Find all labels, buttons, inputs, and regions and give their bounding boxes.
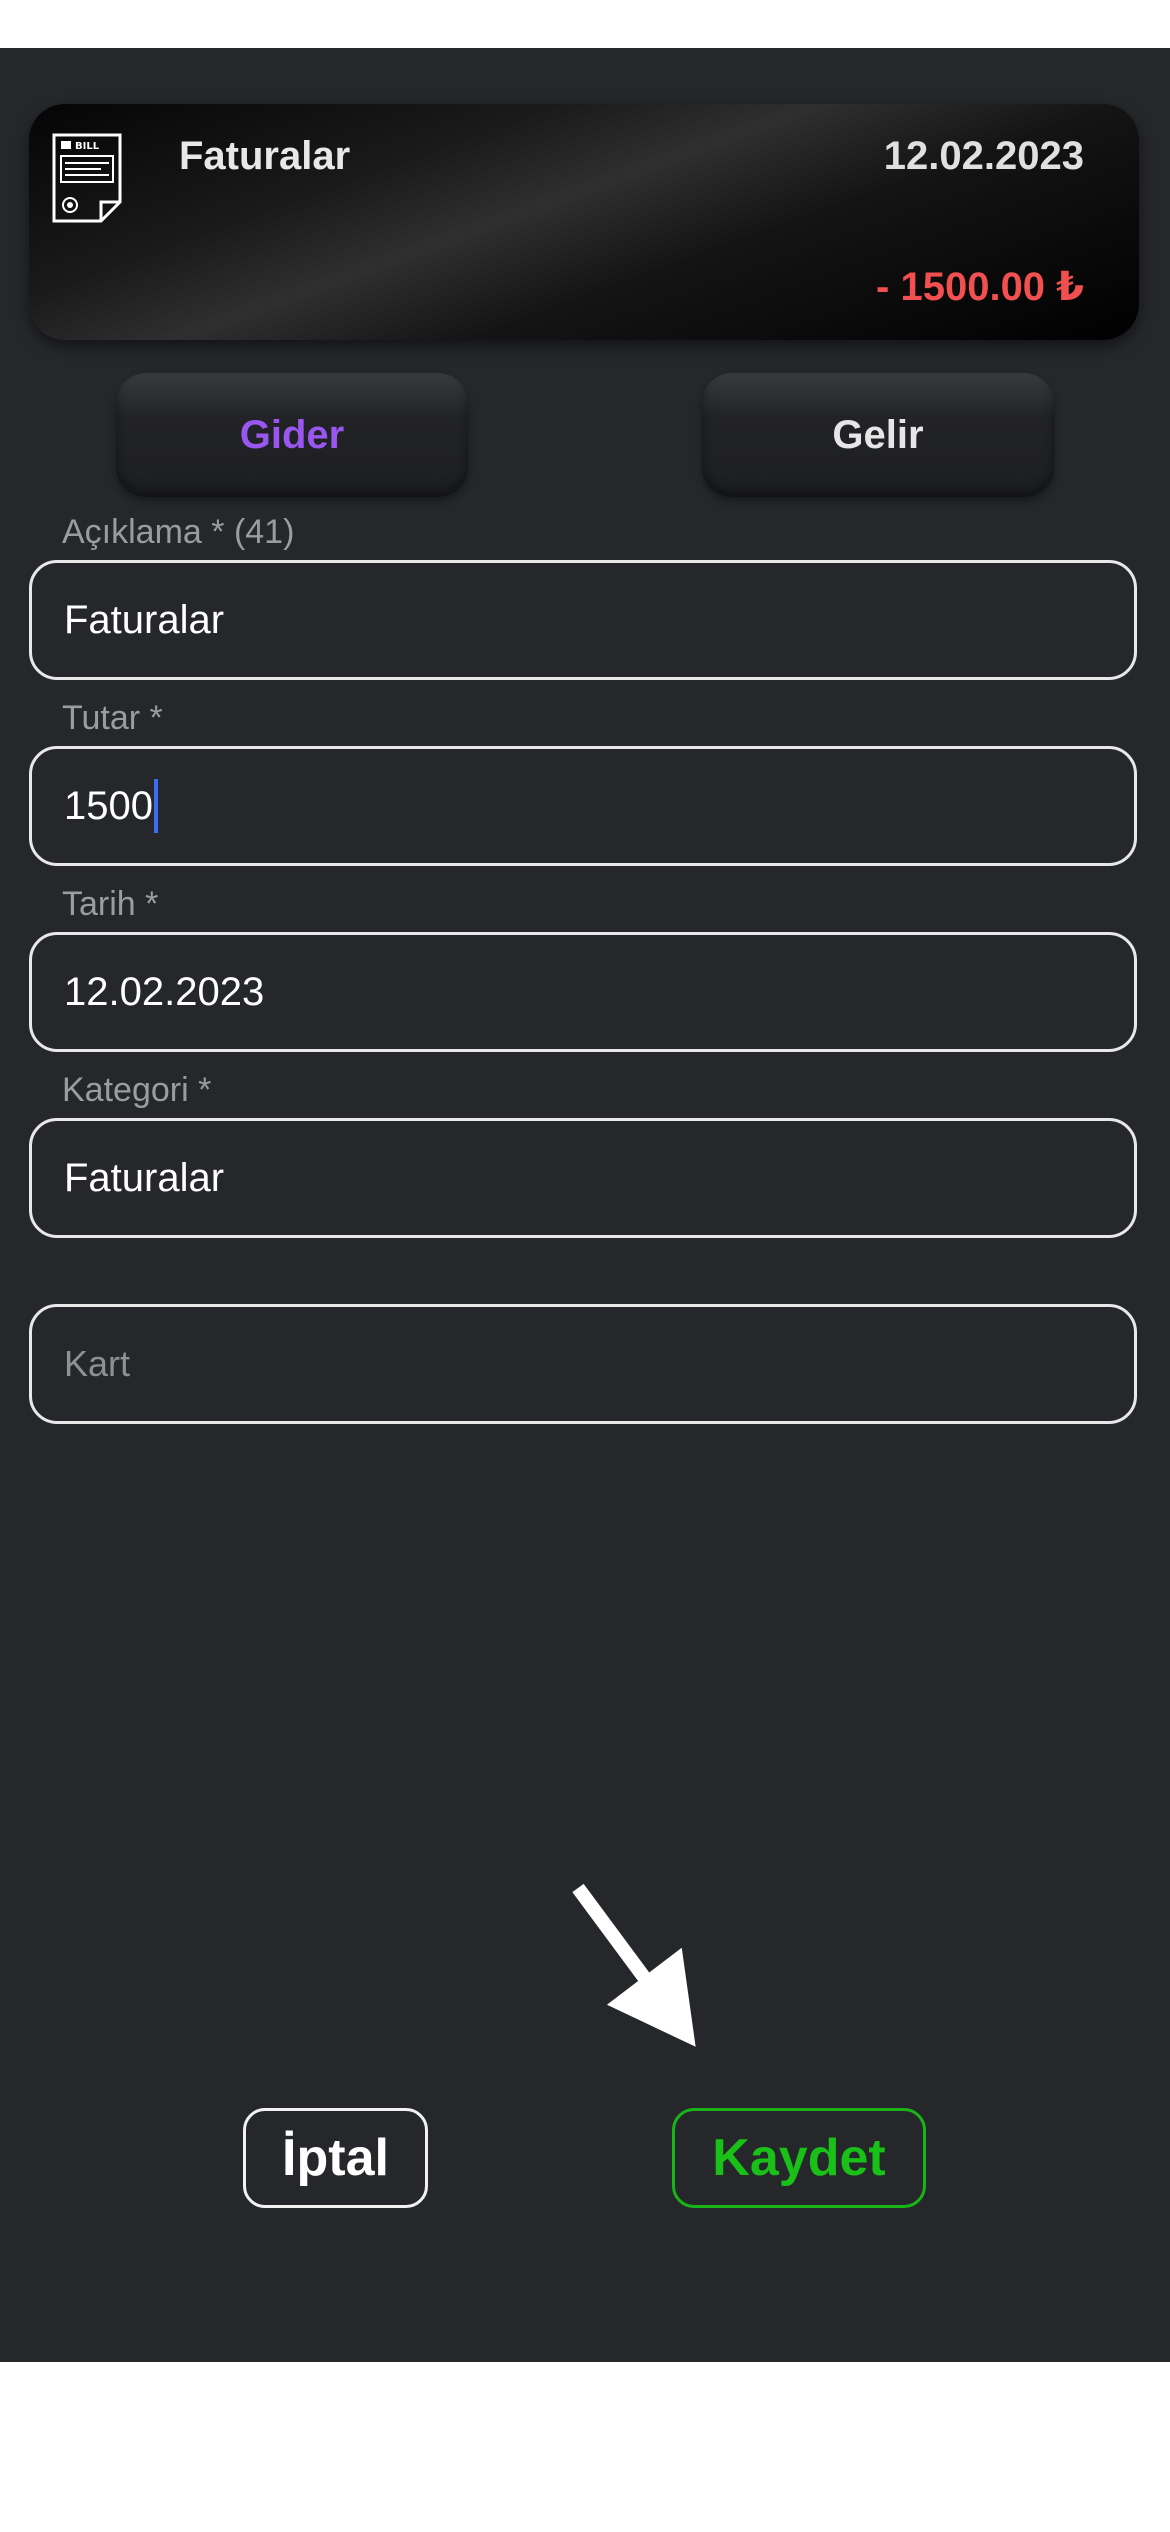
- card-select-field[interactable]: Kart: [29, 1304, 1137, 1424]
- category-label: Kategori *: [62, 1071, 212, 1109]
- cancel-button[interactable]: İptal: [243, 2108, 428, 2208]
- card-title: Faturalar: [179, 134, 351, 178]
- text-caret: [153, 779, 158, 833]
- expense-toggle-button[interactable]: Gider: [116, 373, 468, 497]
- date-value: 12.02.2023: [64, 969, 265, 1014]
- amount-value: 1500: [64, 783, 153, 828]
- description-field[interactable]: Faturalar: [29, 560, 1137, 680]
- transaction-summary-card: BILL Faturalar 12.02.2023 - 1500.00 ₺: [29, 104, 1139, 340]
- card-amount: - 1500.00 ₺: [876, 265, 1084, 309]
- date-label: Tarih *: [62, 885, 159, 923]
- arrow-down-right-icon: [572, 1883, 696, 2047]
- app-screen: BILL Faturalar 12.02.2023 - 1500.00 ₺ Gi…: [0, 48, 1170, 2362]
- bill-icon-text: BILL: [75, 141, 100, 152]
- card-date: 12.02.2023: [883, 134, 1084, 178]
- description-label: Açıklama * (41): [62, 513, 295, 551]
- bill-icon: BILL: [52, 133, 122, 223]
- category-value: Faturalar: [64, 1155, 225, 1200]
- income-toggle-button[interactable]: Gelir: [702, 373, 1054, 497]
- save-button[interactable]: Kaydet: [672, 2108, 926, 2208]
- date-field[interactable]: 12.02.2023: [29, 932, 1137, 1052]
- amount-label: Tutar *: [62, 699, 163, 737]
- card-placeholder: Kart: [64, 1343, 131, 1384]
- amount-field[interactable]: 1500: [29, 746, 1137, 866]
- category-field[interactable]: Faturalar: [29, 1118, 1137, 1238]
- description-value: Faturalar: [64, 597, 225, 642]
